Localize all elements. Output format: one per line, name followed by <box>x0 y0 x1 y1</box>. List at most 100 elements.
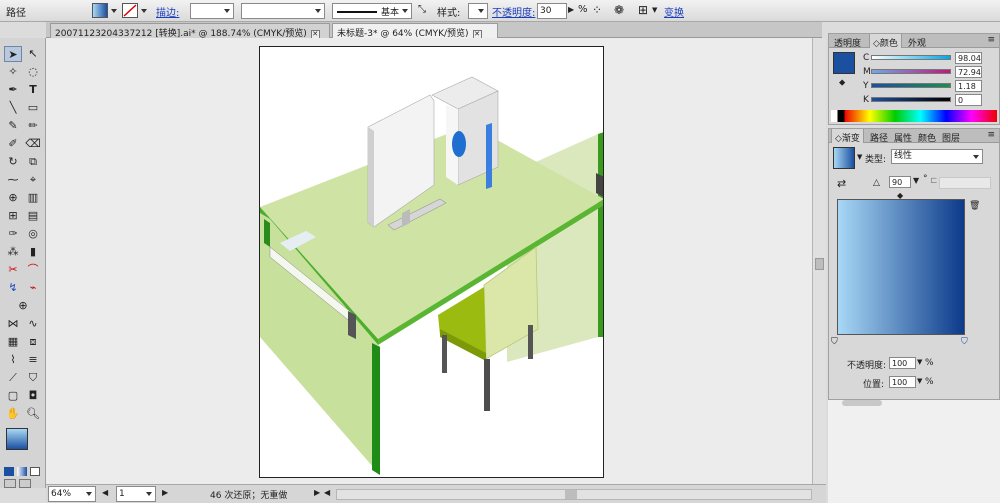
tab-layers[interactable]: 图层 <box>939 129 963 144</box>
tab-gradient[interactable]: ◇渐变 <box>831 129 864 144</box>
tab-color[interactable]: ◇颜色 <box>869 34 902 49</box>
print-tiling-tool-icon[interactable]: ◘ <box>24 388 42 404</box>
magenta-value[interactable]: 72.94 <box>955 66 982 78</box>
next-page-icon[interactable]: ▶ <box>162 488 168 497</box>
canvas-workspace[interactable] <box>46 38 812 484</box>
black-slider[interactable] <box>871 97 951 102</box>
line-tool-icon[interactable]: ╲ <box>4 100 22 116</box>
tab-attributes[interactable]: 属性 <box>891 129 915 144</box>
gradient-mode-icon[interactable] <box>17 467 27 476</box>
draw-normal-icon[interactable] <box>4 479 16 488</box>
selection-tool-icon[interactable]: ➤ <box>4 46 22 62</box>
join-tool-icon[interactable]: ≡ <box>24 352 42 368</box>
yellow-value[interactable]: 1.18 <box>955 80 982 92</box>
gradient-slider-preview[interactable] <box>837 199 965 335</box>
fill-color-swatch[interactable] <box>833 52 855 74</box>
vertical-scrollbar[interactable] <box>812 38 826 484</box>
tab-transparency[interactable]: 透明度 <box>831 34 864 49</box>
width-tool-icon[interactable]: ⋈ <box>4 316 22 332</box>
eyedropper-tool-icon[interactable]: ✑ <box>4 226 22 242</box>
stop-opacity-dropdown-icon[interactable]: ▼ <box>917 358 922 366</box>
out-of-gamut-icon[interactable]: ⬥ <box>839 78 845 88</box>
slice-tool-icon[interactable]: ✂ <box>4 262 22 278</box>
doc-tab-2[interactable]: 未标题-3* @ 64% (CMYK/预览) ✕ <box>332 23 498 39</box>
opacity-arrow-icon[interactable]: ▶ <box>568 5 574 14</box>
color-spectrum-bar[interactable] <box>831 110 997 122</box>
stroke-label-link[interactable]: 描边: <box>156 4 179 19</box>
zoom-level-field[interactable]: 64% <box>48 486 96 502</box>
free-transform-tool-icon[interactable]: ⌖ <box>24 172 42 188</box>
lasso-tool-icon[interactable]: ◌ <box>24 64 42 80</box>
angle-input[interactable]: 90 <box>889 176 911 188</box>
blend-tool-icon[interactable]: ◎ <box>24 226 42 242</box>
type-tool-icon[interactable]: T <box>24 82 42 98</box>
live-paint-select-icon[interactable]: ⧈ <box>24 334 42 350</box>
crop-tool-icon[interactable]: ▢ <box>4 388 22 404</box>
stop-opacity-input[interactable]: 100 <box>889 357 916 369</box>
scissors-tool-icon[interactable]: ⌒ <box>24 262 42 278</box>
artboard[interactable] <box>259 46 604 478</box>
none-mode-icon[interactable] <box>30 467 40 476</box>
blob-brush-tool-icon[interactable]: ✐ <box>4 136 22 152</box>
doc-tab-1[interactable]: 20071123204337212 [转换].ai* @ 188.74% (CM… <box>50 23 330 39</box>
crosshair-icon[interactable]: ⊕ <box>4 298 42 314</box>
stroke-weight-field[interactable] <box>190 3 234 19</box>
rotate-tool-icon[interactable]: ↻ <box>4 154 22 170</box>
color-mode-icon[interactable] <box>4 467 14 476</box>
cyan-slider[interactable] <box>871 55 951 60</box>
align-icon[interactable]: ⊞ <box>638 3 648 17</box>
rectangle-tool-icon[interactable]: ▭ <box>24 100 42 116</box>
scroll-left-icon[interactable]: ◀ <box>324 488 330 497</box>
column-graph-tool-icon[interactable]: ▮ <box>24 244 42 260</box>
transform-link[interactable]: 变换 <box>664 4 684 19</box>
prev-page-icon[interactable]: ◀ <box>102 488 108 497</box>
scroll-thumb[interactable] <box>815 258 824 270</box>
stop-location-input[interactable]: 100 <box>889 376 916 388</box>
bucket-icon[interactable]: ⛉ <box>24 370 42 386</box>
eraser-tool-icon[interactable]: ⌫ <box>24 136 42 152</box>
direct-selection-tool-icon[interactable]: ↖ <box>24 46 42 62</box>
status-menu-icon[interactable]: ▶ <box>314 488 320 497</box>
shape-builder-tool-icon[interactable]: ⊕ <box>4 190 22 206</box>
gradient-tool-icon[interactable]: ▤ <box>24 208 42 224</box>
scale-tool-icon[interactable]: ⧉ <box>24 154 42 170</box>
knife-tool-icon[interactable]: ⌁ <box>24 280 42 296</box>
perspective-grid-tool-icon[interactable]: ▥ <box>24 190 42 206</box>
delete-stop-icon[interactable]: 🗑︎ <box>969 201 980 211</box>
magic-wand-tool-icon[interactable]: ✧ <box>4 64 22 80</box>
gradient-stop-start[interactable]: ⛉ <box>831 337 838 347</box>
recolor-icon[interactable]: ❁ <box>614 3 624 17</box>
hand-tool-icon[interactable]: ✋ <box>4 406 22 422</box>
opacity-label-link[interactable]: 不透明度: <box>492 4 535 19</box>
warp-shape-icon[interactable]: ∿ <box>24 316 42 332</box>
style-dropdown[interactable] <box>468 3 488 19</box>
select-similar-icon[interactable]: ⁘ <box>592 3 602 17</box>
tab-appearance[interactable]: 外观 <box>905 34 929 49</box>
panel-menu-icon[interactable]: ≡ <box>987 130 995 140</box>
gradient-preset-dropdown-icon[interactable]: ▼ <box>857 153 862 161</box>
angle-dropdown-icon[interactable]: ▼ <box>913 176 919 185</box>
gradient-type-select[interactable]: 线性 <box>891 149 983 164</box>
fill-dropdown-icon[interactable] <box>111 9 117 13</box>
fill-swatch[interactable] <box>92 3 108 18</box>
horizontal-scrollbar[interactable] <box>336 489 812 500</box>
warp-tool-icon[interactable]: ⁓ <box>4 172 22 188</box>
tab-pathfinder[interactable]: 路径 <box>867 129 891 144</box>
opacity-input[interactable]: 30 <box>537 3 567 19</box>
mesh-tool-icon[interactable]: ⊞ <box>4 208 22 224</box>
pencil-tool-icon[interactable]: ✏ <box>24 118 42 134</box>
brush-definition-field[interactable]: 基本 <box>332 3 412 19</box>
panel-menu-icon[interactable]: ≡ <box>987 35 995 45</box>
paintbrush-tool-icon[interactable]: ✎ <box>4 118 22 134</box>
symbol-sprayer-tool-icon[interactable]: ⁂ <box>4 244 22 260</box>
variable-width-field[interactable] <box>241 3 325 19</box>
tab-color-2[interactable]: 颜色 <box>915 129 939 144</box>
live-paint-tool-icon[interactable]: ▦ <box>4 334 22 350</box>
fill-color-box[interactable] <box>6 428 28 450</box>
zoom-tool-icon[interactable]: 🔍︎ <box>24 406 42 422</box>
yellow-slider[interactable] <box>871 83 951 88</box>
screen-mode-icon[interactable] <box>19 479 31 488</box>
expand-icon[interactable]: ⤡ <box>418 4 426 15</box>
page-number-field[interactable]: 1 <box>116 486 156 502</box>
artboard-tool-icon[interactable]: ↯ <box>4 280 22 296</box>
